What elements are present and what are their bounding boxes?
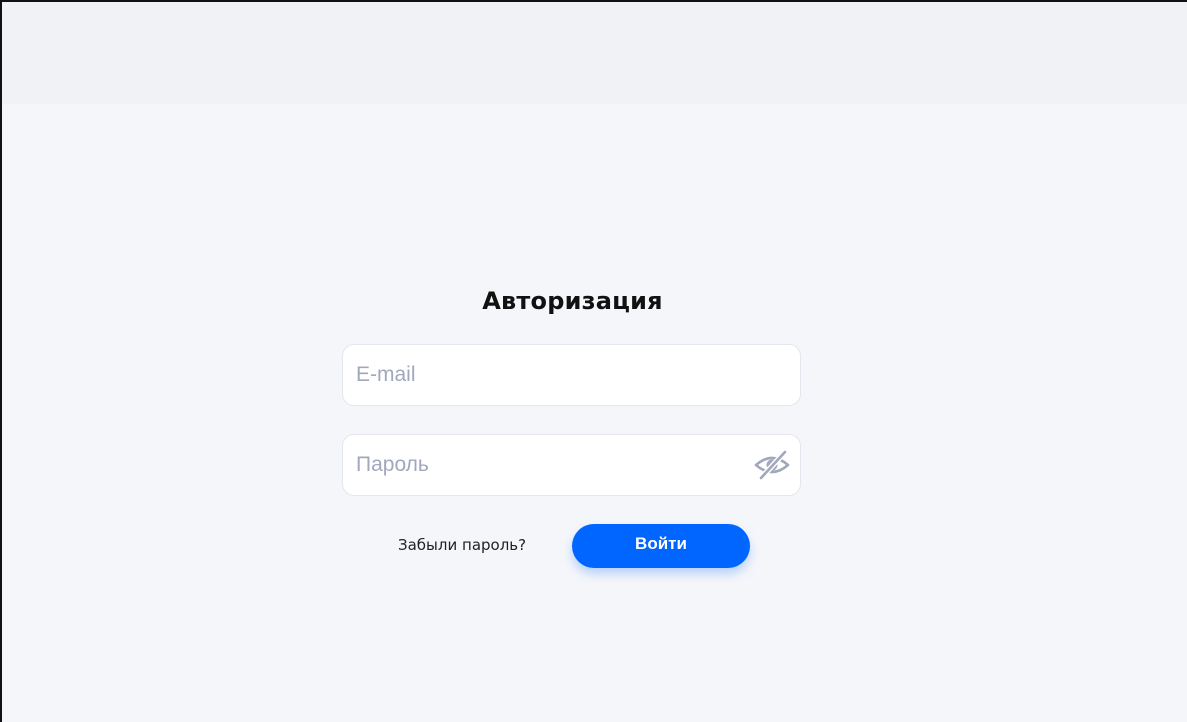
top-header-bar xyxy=(2,2,1187,104)
app-window: Авторизация Забыли пароль? Войти xyxy=(0,0,1187,722)
email-field-container xyxy=(342,344,801,406)
forgot-password-link[interactable]: Забыли пароль? xyxy=(398,536,526,554)
eye-off-icon[interactable] xyxy=(752,447,792,483)
login-button[interactable]: Войти xyxy=(572,524,750,568)
form-actions: Забыли пароль? Войти xyxy=(342,524,803,568)
email-input[interactable] xyxy=(356,345,746,405)
password-field-container xyxy=(342,434,801,496)
password-input[interactable] xyxy=(356,435,746,495)
page-title: Авторизация xyxy=(482,287,663,315)
